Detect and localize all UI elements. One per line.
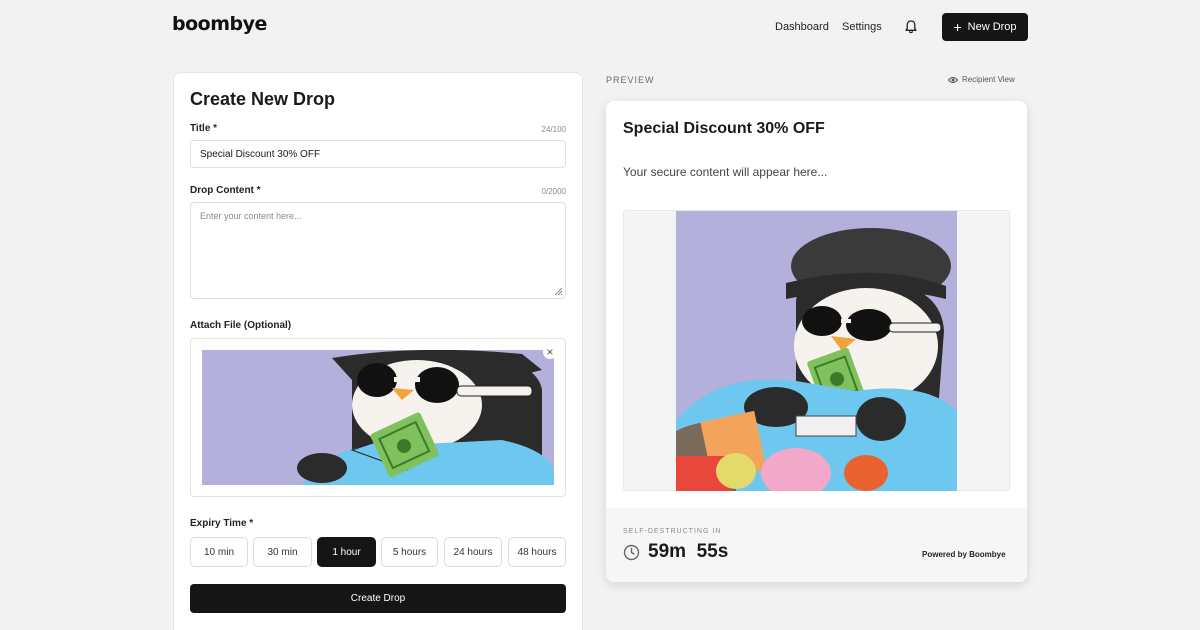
new-drop-button[interactable]: + New Drop: [942, 13, 1028, 41]
attach-label: Attach File (Optional): [190, 320, 292, 331]
expiry-option-24-hours[interactable]: 24 hours: [444, 537, 502, 567]
eye-icon: [948, 76, 958, 83]
expiry-option-48-hours[interactable]: 48 hours: [508, 537, 566, 567]
preview-title: Special Discount 30% OFF: [623, 120, 825, 137]
clock-icon: [623, 544, 640, 561]
form-heading: Create New Drop: [190, 89, 336, 109]
plus-icon: +: [953, 19, 962, 35]
nav-settings[interactable]: Settings: [842, 21, 882, 33]
powered-by-text: Powered by Boombye: [922, 550, 1006, 559]
self-destruct-label: SELF-DESTRUCTING IN: [623, 528, 722, 535]
expiry-label: Expiry Time *: [190, 518, 254, 529]
preview-section-label: PREVIEW: [606, 75, 655, 85]
recipient-view-label: Recipient View: [962, 75, 1015, 84]
content-char-counter: 0/2000: [541, 187, 566, 196]
app-logo[interactable]: boombye: [172, 13, 267, 35]
title-char-counter: 24/100: [541, 125, 566, 134]
expiry-option-30-min[interactable]: 30 min: [253, 537, 312, 567]
expiry-option-10-min[interactable]: 10 min: [190, 537, 248, 567]
title-input[interactable]: Special Discount 30% OFF: [190, 140, 566, 168]
title-label: Title *: [190, 123, 218, 134]
recipient-view-toggle[interactable]: Recipient View: [948, 75, 1015, 84]
countdown-timer: 59m 55s: [648, 541, 729, 562]
expiry-option-5-hours[interactable]: 5 hours: [381, 537, 438, 567]
bell-icon[interactable]: [903, 19, 919, 35]
preview-body-text: Your secure content will appear here...: [623, 165, 828, 179]
create-drop-button[interactable]: Create Drop: [190, 584, 566, 613]
resize-handle-icon[interactable]: [553, 286, 563, 296]
content-textarea[interactable]: Enter your content here...: [190, 202, 566, 299]
attached-image-thumbnail: [202, 350, 554, 485]
nav-dashboard[interactable]: Dashboard: [775, 21, 829, 33]
preview-image: [676, 211, 957, 491]
expiry-option-1-hour[interactable]: 1 hour: [317, 537, 376, 567]
remove-attachment-close-icon[interactable]: ×: [543, 345, 557, 359]
content-label: Drop Content *: [190, 185, 261, 196]
new-drop-label: New Drop: [967, 21, 1017, 33]
